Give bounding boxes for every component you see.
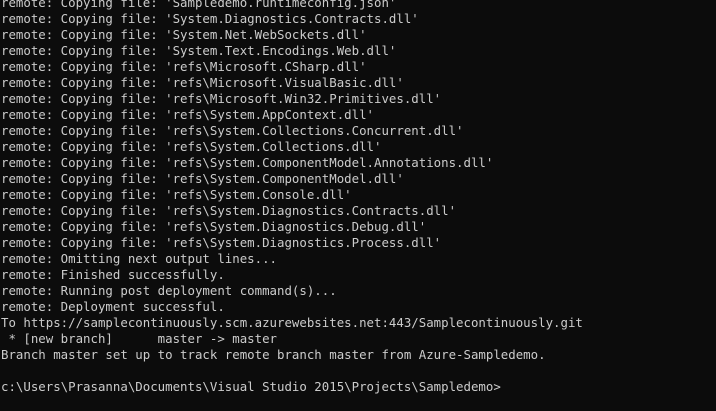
terminal-line: remote: Copying file: 'refs\System.Compo… xyxy=(1,155,494,170)
terminal-line: remote: Copying file: 'refs\System.Colle… xyxy=(1,139,382,154)
terminal-output: remote: Copying file: 'Sampledemo.runtim… xyxy=(1,0,713,395)
terminal-line: remote: Copying file: 'System.Text.Encod… xyxy=(1,43,397,58)
terminal-line: remote: Copying file: 'refs\System.Colle… xyxy=(1,123,464,138)
terminal-line: remote: Copying file: 'Sampledemo.runtim… xyxy=(1,0,397,10)
terminal-line: Branch master set up to track remote bra… xyxy=(1,347,546,362)
terminal-line: remote: Finished successfully. xyxy=(1,267,225,282)
terminal-line: remote: Running post deployment command(… xyxy=(1,283,337,298)
terminal-line: remote: Copying file: 'refs\System.AppCo… xyxy=(1,107,374,122)
terminal-line: remote: Copying file: 'refs\Microsoft.Wi… xyxy=(1,91,442,106)
terminal-line: remote: Copying file: 'refs\System.Conso… xyxy=(1,187,352,202)
terminal-line: remote: Copying file: 'refs\System.Diagn… xyxy=(1,235,442,250)
terminal-line: * [new branch] master -> master xyxy=(1,331,278,346)
terminal-line: remote: Deployment successful. xyxy=(1,299,225,314)
terminal-line: remote: Omitting next output lines... xyxy=(1,251,278,266)
terminal-window[interactable]: remote: Copying file: 'Sampledemo.runtim… xyxy=(0,0,716,411)
terminal-line: To https://samplecontinuously.scm.azurew… xyxy=(1,315,583,330)
terminal-line: remote: Copying file: 'refs\Microsoft.Vi… xyxy=(1,75,404,90)
terminal-line: remote: Copying file: 'refs\System.Compo… xyxy=(1,171,404,186)
terminal-line: remote: Copying file: 'System.Diagnostic… xyxy=(1,11,419,26)
terminal-line: remote: Copying file: 'refs\Microsoft.CS… xyxy=(1,59,367,74)
terminal-line: remote: Copying file: 'System.Net.WebSoc… xyxy=(1,27,367,42)
command-prompt[interactable]: c:\Users\Prasanna\Documents\Visual Studi… xyxy=(1,379,713,395)
terminal-line: remote: Copying file: 'refs\System.Diagn… xyxy=(1,219,427,234)
terminal-line: remote: Copying file: 'refs\System.Diagn… xyxy=(1,203,457,218)
